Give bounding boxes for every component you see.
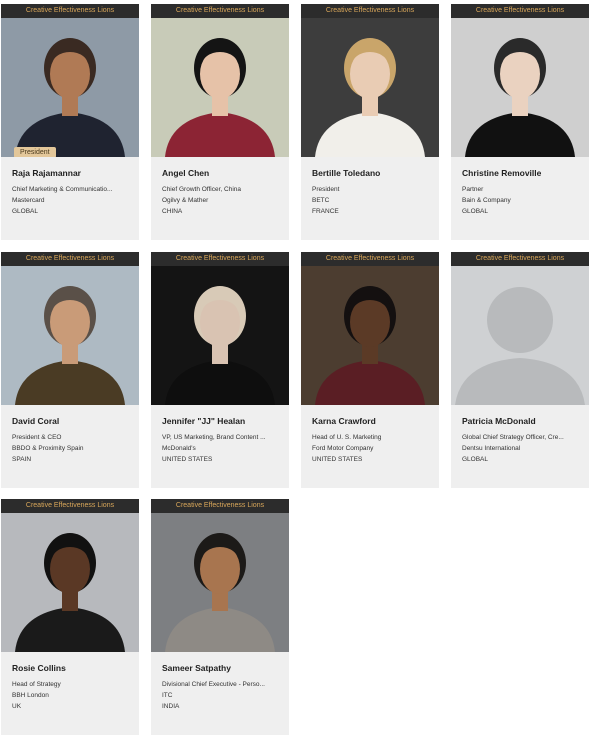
juror-photo [1, 266, 139, 405]
category-banner: Creative Effectiveness Lions [301, 252, 439, 266]
juror-title: President [312, 186, 340, 193]
juror-region: INDIA [162, 703, 180, 710]
juror-photo [151, 513, 289, 652]
category-banner: Creative Effectiveness Lions [151, 499, 289, 513]
president-badge: President [14, 147, 56, 157]
juror-photo: President [1, 18, 139, 157]
juror-card[interactable]: Creative Effectiveness Lions Rosie Colli… [1, 499, 139, 735]
juror-company: Ogilvy & Mather [162, 197, 209, 204]
juror-company: Bain & Company [462, 197, 511, 204]
juror-card[interactable]: Creative Effectiveness Lions Christine R… [451, 4, 589, 240]
juror-company: BBH London [12, 692, 49, 699]
juror-title: Head of U. S. Marketing [312, 434, 382, 441]
juror-region: SPAIN [12, 456, 32, 463]
juror-title: Chief Marketing & Communicatio... [12, 186, 113, 193]
juror-name: Rosie Collins [12, 663, 66, 673]
juror-title: Head of Strategy [12, 681, 61, 688]
juror-region: FRANCE [312, 208, 339, 215]
juror-photo [451, 18, 589, 157]
juror-card[interactable]: Creative Effectiveness Lions David Coral… [1, 252, 139, 488]
juror-title: Divisional Chief Executive - Perso... [162, 681, 265, 688]
juror-name: Sameer Satpathy [162, 663, 231, 673]
juror-region: UNITED STATES [312, 456, 363, 463]
juror-title: Partner [462, 186, 484, 193]
juror-region: UK [12, 703, 22, 710]
juror-card[interactable]: Creative Effectiveness Lions Karna Crawf… [301, 252, 439, 488]
juror-region: GLOBAL [462, 208, 489, 215]
juror-name: David Coral [12, 416, 60, 426]
juror-photo [151, 266, 289, 405]
category-banner: Creative Effectiveness Lions [1, 4, 139, 18]
juror-title: VP, US Marketing, Brand Content ... [162, 434, 266, 441]
juror-name: Jennifer "JJ" Healan [162, 416, 246, 426]
placeholder-avatar-icon [451, 266, 589, 405]
juror-name: Karna Crawford [312, 416, 376, 426]
jury-grid: Creative Effectiveness Lions President R… [0, 0, 589, 738]
juror-name: Bertille Toledano [312, 168, 381, 178]
category-banner: Creative Effectiveness Lions [451, 4, 589, 18]
juror-company: Dentsu International [462, 445, 521, 452]
juror-card[interactable]: Creative Effectiveness Lions Bertille To… [301, 4, 439, 240]
juror-card[interactable]: Creative Effectiveness Lions Angel Chen … [151, 4, 289, 240]
juror-card[interactable]: Creative Effectiveness Lions President R… [1, 4, 139, 240]
juror-name: Christine Removille [462, 168, 542, 178]
juror-title: President & CEO [12, 434, 62, 441]
juror-company: Mastercard [12, 197, 45, 204]
juror-photo [1, 513, 139, 652]
juror-company: ITC [162, 692, 173, 699]
juror-company: McDonald's [162, 445, 196, 452]
category-banner: Creative Effectiveness Lions [151, 4, 289, 18]
category-banner: Creative Effectiveness Lions [1, 499, 139, 513]
juror-region: CHINA [162, 208, 183, 215]
juror-company: Ford Motor Company [312, 445, 374, 452]
juror-company: BBDO & Proximity Spain [12, 445, 84, 452]
juror-region: GLOBAL [462, 456, 489, 463]
juror-region: UNITED STATES [162, 456, 213, 463]
juror-title: Chief Growth Officer, China [162, 186, 241, 193]
juror-photo [151, 18, 289, 157]
juror-card[interactable]: Creative Effectiveness Lions Jennifer "J… [151, 252, 289, 488]
juror-name: Raja Rajamannar [12, 168, 81, 178]
category-banner: Creative Effectiveness Lions [451, 252, 589, 266]
juror-name: Patricia McDonald [462, 416, 536, 426]
juror-card[interactable]: Creative Effectiveness Lions Sameer Satp… [151, 499, 289, 735]
juror-card[interactable]: Creative Effectiveness Lions Patricia Mc… [451, 252, 589, 488]
category-banner: Creative Effectiveness Lions [1, 252, 139, 266]
juror-title: Global Chief Strategy Officer, Cre... [462, 434, 564, 441]
juror-photo [301, 18, 439, 157]
juror-company: BETC [312, 197, 330, 204]
category-banner: Creative Effectiveness Lions [151, 252, 289, 266]
category-banner: Creative Effectiveness Lions [301, 4, 439, 18]
juror-name: Angel Chen [162, 168, 210, 178]
juror-region: GLOBAL [12, 208, 39, 215]
juror-photo [301, 266, 439, 405]
